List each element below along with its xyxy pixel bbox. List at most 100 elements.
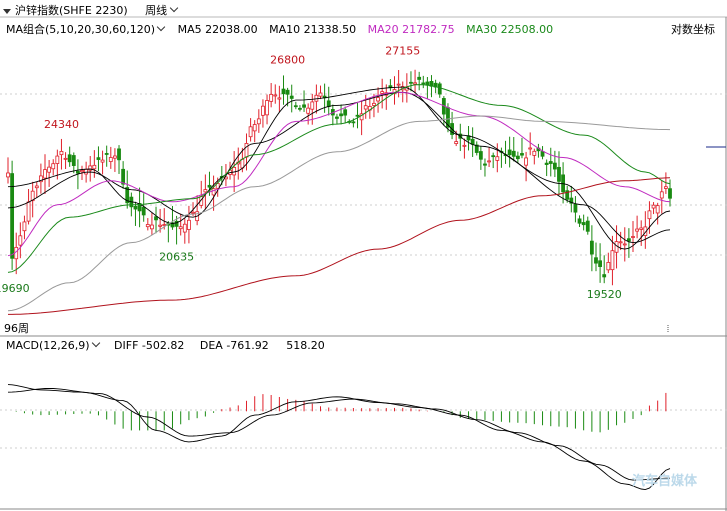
candle-body bbox=[618, 241, 623, 244]
candle-body bbox=[355, 114, 360, 117]
menu-arrow-icon[interactable] bbox=[3, 8, 11, 14]
candle-body bbox=[158, 224, 163, 227]
chevron-down-icon[interactable] bbox=[169, 3, 179, 13]
candle-body bbox=[6, 172, 10, 178]
candle-body bbox=[248, 126, 253, 138]
candle-body bbox=[577, 218, 582, 224]
candle-body bbox=[281, 88, 286, 95]
candle-body bbox=[178, 226, 183, 230]
candle-body bbox=[544, 162, 549, 165]
candle-body bbox=[34, 185, 39, 189]
candle-body bbox=[150, 224, 154, 230]
period-label[interactable]: 周线 bbox=[145, 4, 167, 17]
candle-body bbox=[84, 168, 89, 175]
candle-body bbox=[71, 155, 76, 166]
candle-body bbox=[141, 206, 146, 216]
candle-body bbox=[154, 216, 158, 221]
candle-body bbox=[528, 147, 533, 150]
candle-body bbox=[520, 153, 524, 156]
candle-body bbox=[540, 151, 545, 157]
candle-body bbox=[76, 170, 80, 174]
candle-body bbox=[273, 94, 278, 97]
candle-body bbox=[417, 76, 422, 80]
chevron-down-icon[interactable] bbox=[91, 338, 100, 348]
candle-body bbox=[351, 121, 356, 124]
candle-body bbox=[47, 166, 52, 173]
candle-body bbox=[594, 257, 598, 264]
ma-legend: MA组合(5,10,20,30,60,120) MA5 22038.00 MA1… bbox=[6, 21, 553, 37]
candle-body bbox=[581, 222, 586, 226]
macd-legend: MACD(12,26,9) DIFF -502.82 DEA -761.92 5… bbox=[6, 338, 325, 352]
candle-body bbox=[598, 260, 602, 267]
macd-title[interactable]: MACD(12,26,9) bbox=[6, 339, 90, 352]
candle-body bbox=[113, 155, 117, 159]
candle-body bbox=[289, 95, 294, 99]
candle-body bbox=[203, 189, 208, 193]
candle-body bbox=[622, 243, 627, 246]
candle-body bbox=[293, 105, 298, 108]
candle-body bbox=[585, 220, 590, 232]
candle-body bbox=[557, 166, 561, 182]
candle-body bbox=[655, 205, 660, 214]
candle-body bbox=[207, 184, 212, 188]
candle-body bbox=[413, 82, 417, 85]
candle-body bbox=[491, 155, 496, 158]
candle-body bbox=[610, 250, 615, 271]
ma-line-ma60 bbox=[7, 115, 671, 312]
candle-body bbox=[372, 102, 376, 106]
candle-body bbox=[211, 188, 216, 196]
ma-line-ma5 bbox=[7, 86, 671, 250]
candle-body bbox=[631, 236, 635, 238]
candle-body bbox=[187, 219, 191, 230]
instrument-title[interactable]: 沪锌指数(SHFE 2230) bbox=[15, 4, 128, 17]
candle-body bbox=[96, 157, 101, 160]
candle-body bbox=[515, 155, 520, 160]
candle-body bbox=[269, 93, 274, 102]
ma-line-ma20 bbox=[7, 91, 671, 257]
candle-body bbox=[26, 201, 31, 222]
price-annotation: 27155 bbox=[385, 45, 420, 58]
candle-body bbox=[483, 163, 487, 166]
candle-body bbox=[606, 262, 611, 271]
candle-body bbox=[507, 149, 512, 156]
candle-body bbox=[532, 150, 537, 156]
candle-body bbox=[396, 83, 401, 86]
candle-body bbox=[487, 160, 491, 163]
candle-body bbox=[55, 155, 60, 164]
candle-body bbox=[495, 156, 500, 161]
candle-body bbox=[252, 124, 257, 132]
candle-body bbox=[277, 97, 282, 100]
candle-body bbox=[380, 91, 385, 94]
candle-body bbox=[511, 150, 516, 157]
ma30-label: MA30 22508.00 bbox=[466, 23, 554, 36]
candle-body bbox=[18, 235, 23, 246]
dea-value: DEA -761.92 bbox=[199, 339, 269, 352]
candle-body bbox=[191, 211, 195, 214]
price-annotation: 20635 bbox=[159, 251, 194, 264]
candle-body bbox=[363, 105, 368, 110]
watermark: 汽车自媒体 bbox=[632, 474, 698, 489]
log-axis-toggle[interactable]: 对数坐标 bbox=[671, 21, 715, 37]
candle-body bbox=[454, 141, 459, 144]
candle-body bbox=[265, 100, 269, 116]
candle-body bbox=[133, 205, 138, 210]
candle-body bbox=[310, 101, 315, 110]
diff-value: DIFF -502.82 bbox=[114, 339, 185, 352]
candle-body bbox=[626, 238, 631, 242]
candle-body bbox=[298, 107, 302, 110]
candle-body bbox=[326, 100, 331, 107]
chart-svg: 19690 24340 20635 26800 27155 19520 bbox=[0, 16, 727, 511]
candle-body bbox=[651, 204, 656, 209]
candle-body bbox=[639, 227, 644, 230]
candle-body bbox=[67, 154, 72, 163]
ma-group-label[interactable]: MA组合(5,10,20,30,60,120) bbox=[6, 23, 155, 36]
candle-body bbox=[318, 92, 323, 97]
candle-body bbox=[51, 163, 56, 170]
candle-body bbox=[306, 107, 311, 114]
bottom-left-label: 96周 bbox=[4, 322, 29, 335]
candle-body bbox=[43, 169, 47, 179]
chevron-down-icon[interactable] bbox=[156, 22, 166, 32]
candle-body bbox=[80, 170, 84, 173]
candle-body bbox=[302, 104, 306, 108]
candle-body bbox=[92, 164, 97, 170]
